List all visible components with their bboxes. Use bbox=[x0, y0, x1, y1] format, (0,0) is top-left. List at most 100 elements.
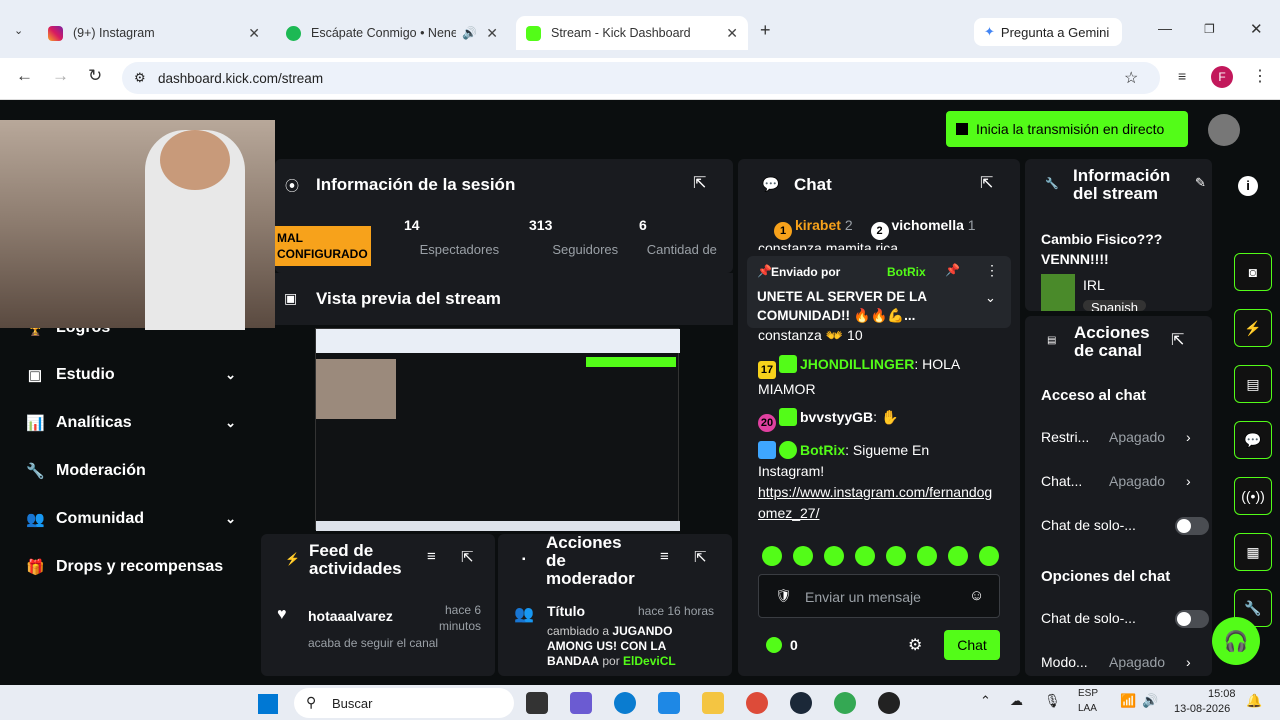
setting-value: Apagado bbox=[1109, 473, 1166, 489]
tab-list-dropdown-icon[interactable]: ⌄ bbox=[14, 24, 23, 37]
chrome-active-icon[interactable] bbox=[834, 692, 856, 714]
clock-time[interactable]: 15:08 bbox=[1208, 688, 1236, 700]
close-window-icon[interactable]: ✕ bbox=[1250, 20, 1263, 38]
go-live-button[interactable]: Inicia la transmisión en directo bbox=[946, 111, 1188, 147]
broadcast-button[interactable]: ((•)) bbox=[1234, 477, 1272, 515]
notification-icon[interactable]: 🔔 bbox=[1246, 693, 1262, 709]
filter-icon[interactable]: ≡ bbox=[660, 548, 669, 565]
chrome-icon[interactable] bbox=[746, 692, 768, 714]
close-tab-icon[interactable]: ✕ bbox=[486, 25, 498, 42]
profile-avatar[interactable]: F bbox=[1211, 66, 1233, 88]
emote-icon[interactable] bbox=[948, 546, 968, 566]
obs-icon[interactable] bbox=[878, 692, 900, 714]
mod-username[interactable]: ElDeviCL bbox=[623, 654, 676, 668]
mod-badge bbox=[758, 441, 776, 459]
info-icon[interactable]: i bbox=[1238, 176, 1258, 196]
toggle-switch[interactable] bbox=[1175, 517, 1209, 535]
taskbar-search[interactable]: ⚲ Buscar bbox=[294, 688, 514, 718]
setting-label: Restri... bbox=[1041, 429, 1090, 445]
tray-chevron-icon[interactable]: ⌃ bbox=[980, 693, 991, 709]
store-icon[interactable] bbox=[658, 692, 680, 714]
reload-icon[interactable]: ↻ bbox=[88, 66, 102, 86]
send-chat-button[interactable]: Chat bbox=[944, 630, 1000, 660]
minimize-icon[interactable]: — bbox=[1158, 20, 1172, 36]
folder-icon[interactable] bbox=[702, 692, 724, 714]
sidebar-item-analiticas[interactable]: 📊 Analíticas ⌄ bbox=[26, 414, 236, 432]
emoji-icon[interactable]: ☺ bbox=[969, 587, 984, 604]
tab-instagram[interactable]: (9+) Instagram ✕ bbox=[48, 18, 264, 48]
emote-icon[interactable] bbox=[886, 546, 906, 566]
restore-icon[interactable]: ❐ bbox=[1204, 22, 1215, 36]
layout-button[interactable]: ▦ bbox=[1234, 533, 1272, 571]
close-tab-icon[interactable]: ✕ bbox=[248, 25, 260, 42]
media-control-icon[interactable]: ≡ bbox=[1178, 68, 1186, 84]
more-icon[interactable]: ⋮ bbox=[985, 262, 999, 279]
chevron-down-icon[interactable]: ⌄ bbox=[985, 290, 996, 306]
popout-icon[interactable]: ⇱ bbox=[461, 548, 474, 566]
setting-row[interactable]: Restri... Apagado › bbox=[1041, 429, 1191, 445]
bookmark-star-icon[interactable]: ☆ bbox=[1124, 68, 1138, 88]
speaker-icon[interactable]: 🔊 bbox=[462, 26, 477, 40]
chat-link[interactable]: https://www.instagram.com/fernandogomez_… bbox=[758, 482, 998, 524]
settings-icon[interactable]: ⚙ bbox=[908, 635, 922, 655]
feed-action: acaba de seguir el canal bbox=[308, 636, 439, 650]
close-tab-icon[interactable]: ✕ bbox=[726, 25, 738, 42]
tab-kick-dashboard[interactable]: Stream - Kick Dashboard ✕ bbox=[516, 16, 748, 50]
feed-user[interactable]: hotaaalvarez bbox=[308, 608, 393, 624]
emote-icon[interactable] bbox=[855, 546, 875, 566]
setting-row[interactable]: Chat... Apagado › bbox=[1041, 473, 1191, 489]
edit-icon[interactable]: ✎ bbox=[1195, 175, 1206, 191]
back-icon[interactable]: ← bbox=[16, 66, 33, 86]
top-user[interactable]: kirabet bbox=[795, 217, 841, 233]
popout-icon[interactable]: ⇱ bbox=[693, 173, 706, 193]
windows-start-icon[interactable] bbox=[258, 694, 278, 714]
volume-icon[interactable]: 🔊 bbox=[1142, 693, 1158, 709]
camera-button[interactable]: ◙ bbox=[1234, 253, 1272, 291]
sidebar-item-moderacion[interactable]: 🔧 Moderación bbox=[26, 462, 236, 480]
sidebar-item-comunidad[interactable]: 👥 Comunidad ⌄ bbox=[26, 510, 236, 528]
new-tab-icon[interactable]: + bbox=[760, 20, 771, 41]
emote-icon[interactable] bbox=[762, 546, 782, 566]
menu-icon[interactable]: ⋮ bbox=[1252, 66, 1268, 86]
mic-icon[interactable]: 🎙 bbox=[1044, 693, 1061, 709]
emote-icon[interactable] bbox=[979, 546, 999, 566]
edge-icon[interactable] bbox=[614, 692, 636, 714]
lightning-button[interactable]: ⚡ bbox=[1234, 309, 1272, 347]
onedrive-icon[interactable]: ☁ bbox=[1010, 693, 1023, 709]
wifi-icon[interactable]: 📶 bbox=[1120, 693, 1136, 709]
chat-username[interactable]: bvvstyyGB bbox=[800, 409, 873, 425]
chat-button[interactable]: 💬 bbox=[1234, 421, 1272, 459]
tab-spotify[interactable]: Escápate Conmigo • Nene M 🔊 ✕ bbox=[286, 18, 502, 48]
setting-row[interactable]: Modo... Apagado › bbox=[1041, 654, 1191, 670]
support-button[interactable]: 🎧 bbox=[1212, 617, 1260, 665]
site-info-icon[interactable]: ⚙ bbox=[134, 70, 146, 86]
sidebar-item-drops[interactable]: 🎁 Drops y recompensas bbox=[26, 558, 236, 576]
chat-username[interactable]: BotRix bbox=[800, 442, 845, 458]
gemini-button[interactable]: ✦ Pregunta a Gemini bbox=[974, 18, 1122, 46]
popout-icon[interactable]: ⇱ bbox=[694, 548, 707, 566]
filter-icon[interactable]: ≡ bbox=[427, 548, 436, 565]
category-label[interactable]: IRL bbox=[1083, 277, 1105, 293]
popout-icon[interactable]: ⇱ bbox=[1171, 330, 1184, 350]
sidebar-item-estudio[interactable]: ▣ Estudio ⌄ bbox=[26, 366, 236, 384]
toggle-switch[interactable] bbox=[1175, 610, 1209, 628]
rank-badge: 2 bbox=[870, 222, 889, 240]
language-indicator[interactable]: ESP bbox=[1078, 688, 1098, 699]
emote-icon[interactable] bbox=[917, 546, 937, 566]
user-avatar[interactable] bbox=[1208, 114, 1240, 146]
chat-input[interactable]: 🛡 Enviar un mensaje ☺ bbox=[758, 574, 1000, 618]
url-field[interactable]: ⚙ dashboard.kick.com/stream ☆ bbox=[122, 62, 1160, 94]
popout-icon[interactable]: ⇱ bbox=[980, 173, 993, 193]
file-explorer-icon[interactable] bbox=[526, 692, 548, 714]
copilot-icon[interactable] bbox=[570, 692, 592, 714]
unpin-icon[interactable]: 📌 bbox=[945, 263, 960, 277]
notes-button[interactable]: ▤ bbox=[1234, 365, 1272, 403]
emote-icon[interactable] bbox=[824, 546, 844, 566]
forward-icon[interactable]: → bbox=[52, 66, 69, 86]
emote-icon[interactable] bbox=[793, 546, 813, 566]
pinned-by-label: Enviado por bbox=[771, 265, 841, 279]
steam-icon[interactable] bbox=[790, 692, 812, 714]
top-user[interactable]: vichomella bbox=[892, 217, 964, 233]
chat-username[interactable]: JHONDILLINGER bbox=[800, 356, 914, 372]
pinned-user[interactable]: BotRix bbox=[887, 265, 926, 279]
